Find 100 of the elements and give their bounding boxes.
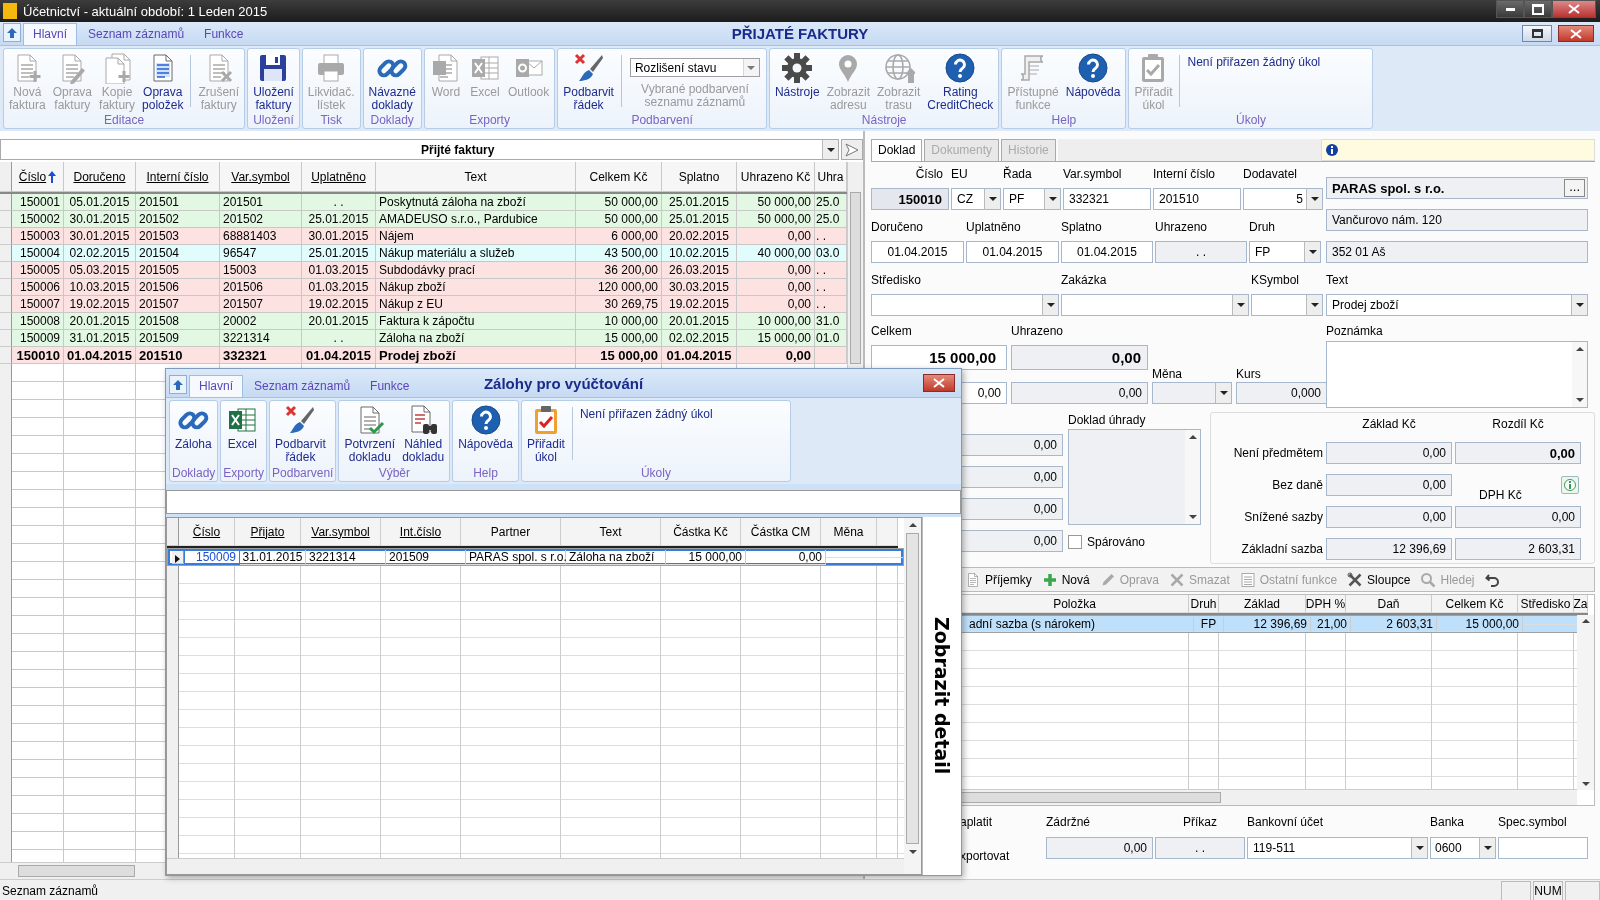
column-header[interactable]: Základ xyxy=(1219,595,1306,613)
detail-panel-tab[interactable]: Zobrazit detail xyxy=(922,517,961,875)
minimize-button[interactable] xyxy=(1496,0,1524,18)
ribbon-button[interactable]: Nápověda xyxy=(455,403,516,452)
ribbon-button[interactable]: Uložení faktury xyxy=(250,51,297,113)
info-button[interactable] xyxy=(1561,476,1579,494)
column-header[interactable]: Číslo xyxy=(179,518,235,546)
column-header[interactable]: Částka Kč xyxy=(661,518,741,546)
dropdown-field[interactable]: FP xyxy=(1249,241,1321,263)
close-button[interactable] xyxy=(1558,25,1594,42)
ribbon-tab[interactable]: Seznam záznamů xyxy=(245,376,360,397)
dropdown-field[interactable]: 119-511 xyxy=(1247,837,1428,859)
close-button[interactable] xyxy=(923,374,955,392)
column-header[interactable]: Středisko xyxy=(1518,595,1574,613)
table-row[interactable]: 150001 05.01.2015 201501 201501 . . Poskytnutá záloha na zboží 50 000,00 25.01.2015 50 000,00 25.0 xyxy=(0,194,847,211)
horizontal-scrollbar[interactable] xyxy=(961,789,1577,805)
text-field[interactable]: 150010 xyxy=(871,188,949,210)
column-header[interactable]: Text xyxy=(561,518,661,546)
restore-button[interactable] xyxy=(1524,0,1552,18)
row-header[interactable] xyxy=(172,550,184,564)
column-header[interactable]: Uplatněno xyxy=(302,162,376,192)
ribbon-button[interactable]: Nástroje xyxy=(771,51,823,100)
ribbon-button[interactable]: Oprava položek xyxy=(139,51,187,113)
ribbon-button[interactable]: Náhled dokladu xyxy=(399,403,448,465)
amount-field[interactable]: 0,00 xyxy=(960,434,1063,456)
list-selector[interactable]: Přijté faktury xyxy=(0,139,839,160)
dropdown-field[interactable] xyxy=(1061,294,1249,316)
dropdown-field[interactable] xyxy=(1251,294,1323,316)
vertical-scrollbar[interactable] xyxy=(904,518,921,874)
column-header[interactable]: Text xyxy=(376,162,576,192)
column-header[interactable]: Daň xyxy=(1346,595,1432,613)
column-header[interactable]: Splatno xyxy=(662,162,737,192)
column-header[interactable]: Interní číslo xyxy=(136,162,220,192)
rate-field[interactable]: 0,000 xyxy=(1236,382,1327,404)
column-header[interactable]: Číslo xyxy=(12,162,64,192)
ribbon-tab[interactable]: Hlavní xyxy=(189,375,243,397)
dropdown-field[interactable]: 5 xyxy=(1243,188,1323,210)
vertical-scrollbar[interactable] xyxy=(1577,615,1594,790)
checkbox[interactable] xyxy=(1068,535,1082,549)
filter-field[interactable] xyxy=(166,490,961,514)
date-field[interactable]: . . xyxy=(1155,241,1247,263)
amount-field[interactable]: 0,00 xyxy=(1011,382,1148,404)
date-field[interactable]: 01.04.2015 xyxy=(1061,241,1153,263)
horizontal-scrollbar[interactable] xyxy=(167,858,904,874)
ribbon-tab[interactable]: Hlavní xyxy=(23,23,77,45)
amount-field[interactable]: 0,00 xyxy=(1011,345,1148,370)
column-header[interactable]: DPH % xyxy=(1306,595,1346,613)
toolbar-button[interactable]: Nová xyxy=(1041,571,1090,588)
column-header[interactable]: Druh xyxy=(1189,595,1219,613)
amount-field[interactable]: 0,00 xyxy=(960,466,1063,488)
column-header[interactable]: Celkem Kč xyxy=(1432,595,1518,613)
amount-field[interactable]: 0,00 xyxy=(1046,837,1153,859)
dropdown-field[interactable]: 0600 xyxy=(1430,837,1496,859)
ribbon-tab[interactable]: Funkce xyxy=(361,376,419,397)
supplier-field[interactable]: PARAS spol. s r.o. ... xyxy=(1326,177,1588,199)
column-header[interactable]: Var.symbol xyxy=(220,162,302,192)
toolbar-button[interactable]: Příjemky xyxy=(965,571,1032,588)
column-header[interactable]: Uhrazeno Kč xyxy=(737,162,815,192)
ribbon-button[interactable]: Návazné doklady xyxy=(365,51,419,113)
ribbon-button[interactable]: Záloha xyxy=(172,403,215,452)
text-field[interactable]: 332321 xyxy=(1063,188,1151,210)
column-header[interactable]: Částka CM xyxy=(741,518,821,546)
column-header[interactable]: Int.číslo xyxy=(381,518,461,546)
column-header[interactable]: Přijato xyxy=(235,518,301,546)
column-header[interactable]: Celkem Kč xyxy=(576,162,662,192)
date-field[interactable]: 01.04.2015 xyxy=(871,241,964,263)
date-field[interactable]: 01.04.2015 xyxy=(966,241,1059,263)
restore-button[interactable] xyxy=(1522,25,1552,42)
column-header[interactable]: Za xyxy=(1574,595,1588,613)
table-row[interactable]: 150004 02.02.2015 201504 96547 25.01.2015 Nákup materiálu a služeb 43 500,00 10.02.2015 40 000,00 03.0 xyxy=(0,245,847,262)
browse-button[interactable]: ... xyxy=(1564,179,1585,197)
ribbon-button[interactable]: Potvrzení dokladu xyxy=(341,403,399,465)
column-header[interactable]: Var.symbol xyxy=(301,518,381,546)
close-button[interactable] xyxy=(1552,0,1596,18)
table-row[interactable]: 150008 20.01.2015 201508 20002 20.01.2015 Faktura k zápočtu 10 000,00 20.01.2015 10 000,00 31.0 xyxy=(0,313,847,330)
amount-field[interactable]: 0,00 xyxy=(960,530,1063,552)
table-row[interactable]: 150005 05.03.2015 201505 15003 01.03.2015 Subdodávky prací 36 200,00 26.03.2015 0,00 . . xyxy=(0,262,847,279)
table-row[interactable]: 150002 30.01.2015 201502 201502 25.01.2015 AMADEUSO s.r.o., Pardubice 50 000,00 25.01.2015 50 000,00 25.0 xyxy=(0,211,847,228)
ribbon-button[interactable]: Nápověda xyxy=(1062,51,1124,100)
table-row[interactable]: 150009 31.01.2015 3221314 201509 PARAS spol. s r.o. Záloha na zboží 15 000,00 0,00 xyxy=(167,548,904,566)
amount-field[interactable]: 15 000,00 xyxy=(871,345,1007,370)
dropdown-field[interactable]: Prodej zboží xyxy=(1326,294,1588,316)
ribbon-button[interactable]: Přiřadit úkol xyxy=(523,403,568,465)
send-button[interactable] xyxy=(841,139,863,160)
payment-list[interactable] xyxy=(1068,429,1201,525)
ribbon-button[interactable]: Rating CreditCheck xyxy=(924,51,997,113)
ribbon-tab[interactable]: Seznam záznamů xyxy=(79,24,194,45)
vertical-scrollbar[interactable] xyxy=(1185,430,1200,524)
text-field[interactable] xyxy=(1498,837,1588,859)
ribbon-button[interactable]: Podbarvit řádek xyxy=(272,403,329,465)
vertical-scrollbar[interactable] xyxy=(1572,342,1587,407)
home-button[interactable] xyxy=(169,375,187,394)
detail-tab[interactable]: Doklad xyxy=(871,139,923,161)
dropdown-field[interactable]: CZ xyxy=(951,188,1001,210)
amount-field[interactable]: 0,00 xyxy=(960,498,1063,520)
toolbar-button[interactable]: Sloupce xyxy=(1347,571,1411,588)
table-row[interactable]: 150009 31.01.2015 201509 3221314 . . Záloha na zboží 15 000,00 02.02.2015 15 000,00 01.0 xyxy=(0,330,847,347)
table-row[interactable]: 150007 19.02.2015 201507 201507 19.02.2015 Nákup z EU 30 269,75 19.02.2015 0,00 . . xyxy=(0,296,847,313)
text-field[interactable]: 201510 xyxy=(1153,188,1241,210)
dropdown-field[interactable]: PF xyxy=(1003,188,1061,210)
